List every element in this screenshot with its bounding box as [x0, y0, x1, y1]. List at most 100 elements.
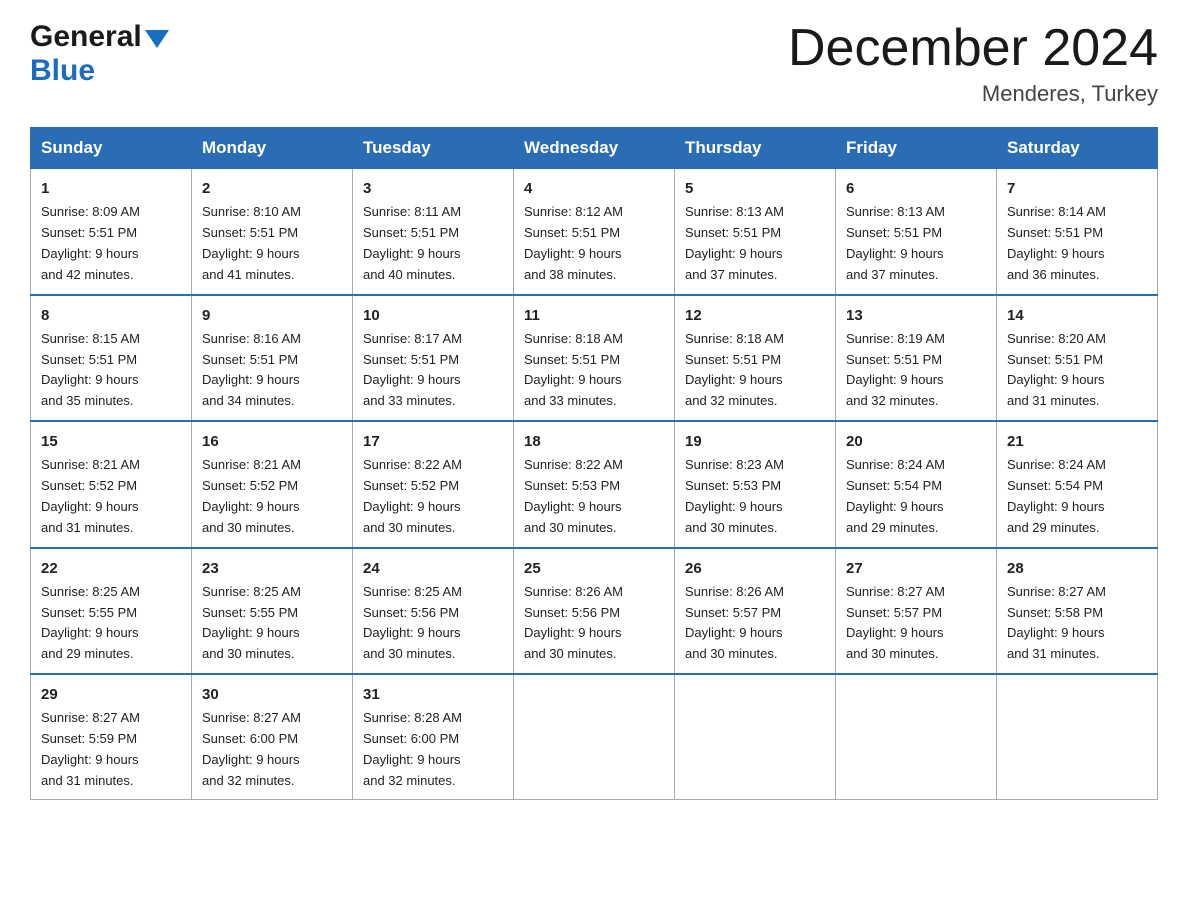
day-number: 1 [41, 177, 181, 200]
day-info: Sunrise: 8:27 AMSunset: 6:00 PMDaylight:… [202, 708, 342, 791]
day-info: Sunrise: 8:25 AMSunset: 5:56 PMDaylight:… [363, 582, 503, 665]
day-info: Sunrise: 8:26 AMSunset: 5:57 PMDaylight:… [685, 582, 825, 665]
day-number: 25 [524, 557, 664, 580]
day-number: 30 [202, 683, 342, 706]
week-row-3: 15Sunrise: 8:21 AMSunset: 5:52 PMDayligh… [31, 421, 1158, 547]
day-info: Sunrise: 8:17 AMSunset: 5:51 PMDaylight:… [363, 329, 503, 412]
logo-blue-text: Blue [30, 54, 95, 87]
calendar-cell: 20Sunrise: 8:24 AMSunset: 5:54 PMDayligh… [836, 421, 997, 547]
calendar-cell: 8Sunrise: 8:15 AMSunset: 5:51 PMDaylight… [31, 295, 192, 421]
calendar-cell [997, 674, 1158, 800]
calendar-cell: 25Sunrise: 8:26 AMSunset: 5:56 PMDayligh… [514, 548, 675, 674]
day-number: 22 [41, 557, 181, 580]
day-info: Sunrise: 8:22 AMSunset: 5:53 PMDaylight:… [524, 455, 664, 538]
day-info: Sunrise: 8:10 AMSunset: 5:51 PMDaylight:… [202, 202, 342, 285]
day-info: Sunrise: 8:24 AMSunset: 5:54 PMDaylight:… [846, 455, 986, 538]
calendar-cell: 17Sunrise: 8:22 AMSunset: 5:52 PMDayligh… [353, 421, 514, 547]
day-number: 8 [41, 304, 181, 327]
header-wednesday: Wednesday [514, 128, 675, 169]
calendar-cell: 3Sunrise: 8:11 AMSunset: 5:51 PMDaylight… [353, 169, 514, 295]
day-number: 10 [363, 304, 503, 327]
day-info: Sunrise: 8:21 AMSunset: 5:52 PMDaylight:… [202, 455, 342, 538]
day-info: Sunrise: 8:20 AMSunset: 5:51 PMDaylight:… [1007, 329, 1147, 412]
day-number: 26 [685, 557, 825, 580]
calendar-cell: 1Sunrise: 8:09 AMSunset: 5:51 PMDaylight… [31, 169, 192, 295]
day-info: Sunrise: 8:27 AMSunset: 5:58 PMDaylight:… [1007, 582, 1147, 665]
header: General Blue December 2024 Menderes, Tur… [30, 20, 1158, 107]
day-number: 23 [202, 557, 342, 580]
day-number: 24 [363, 557, 503, 580]
day-info: Sunrise: 8:13 AMSunset: 5:51 PMDaylight:… [685, 202, 825, 285]
header-tuesday: Tuesday [353, 128, 514, 169]
calendar-cell [836, 674, 997, 800]
calendar-cell: 10Sunrise: 8:17 AMSunset: 5:51 PMDayligh… [353, 295, 514, 421]
calendar-cell: 23Sunrise: 8:25 AMSunset: 5:55 PMDayligh… [192, 548, 353, 674]
logo-general-text: General [30, 20, 142, 54]
header-friday: Friday [836, 128, 997, 169]
calendar-cell: 26Sunrise: 8:26 AMSunset: 5:57 PMDayligh… [675, 548, 836, 674]
day-number: 17 [363, 430, 503, 453]
day-number: 3 [363, 177, 503, 200]
day-number: 28 [1007, 557, 1147, 580]
day-info: Sunrise: 8:21 AMSunset: 5:52 PMDaylight:… [41, 455, 181, 538]
day-number: 21 [1007, 430, 1147, 453]
day-number: 4 [524, 177, 664, 200]
day-info: Sunrise: 8:22 AMSunset: 5:52 PMDaylight:… [363, 455, 503, 538]
day-info: Sunrise: 8:23 AMSunset: 5:53 PMDaylight:… [685, 455, 825, 538]
day-info: Sunrise: 8:13 AMSunset: 5:51 PMDaylight:… [846, 202, 986, 285]
day-number: 5 [685, 177, 825, 200]
calendar-cell: 24Sunrise: 8:25 AMSunset: 5:56 PMDayligh… [353, 548, 514, 674]
calendar-cell: 19Sunrise: 8:23 AMSunset: 5:53 PMDayligh… [675, 421, 836, 547]
day-number: 11 [524, 304, 664, 327]
week-row-2: 8Sunrise: 8:15 AMSunset: 5:51 PMDaylight… [31, 295, 1158, 421]
title-area: December 2024 Menderes, Turkey [788, 20, 1158, 107]
day-number: 15 [41, 430, 181, 453]
header-monday: Monday [192, 128, 353, 169]
calendar-cell: 11Sunrise: 8:18 AMSunset: 5:51 PMDayligh… [514, 295, 675, 421]
header-row: SundayMondayTuesdayWednesdayThursdayFrid… [31, 128, 1158, 169]
calendar-cell: 31Sunrise: 8:28 AMSunset: 6:00 PMDayligh… [353, 674, 514, 800]
day-info: Sunrise: 8:11 AMSunset: 5:51 PMDaylight:… [363, 202, 503, 285]
calendar-cell: 30Sunrise: 8:27 AMSunset: 6:00 PMDayligh… [192, 674, 353, 800]
day-info: Sunrise: 8:28 AMSunset: 6:00 PMDaylight:… [363, 708, 503, 791]
calendar-cell: 6Sunrise: 8:13 AMSunset: 5:51 PMDaylight… [836, 169, 997, 295]
day-number: 2 [202, 177, 342, 200]
header-saturday: Saturday [997, 128, 1158, 169]
day-info: Sunrise: 8:24 AMSunset: 5:54 PMDaylight:… [1007, 455, 1147, 538]
calendar-cell: 18Sunrise: 8:22 AMSunset: 5:53 PMDayligh… [514, 421, 675, 547]
day-info: Sunrise: 8:14 AMSunset: 5:51 PMDaylight:… [1007, 202, 1147, 285]
header-sunday: Sunday [31, 128, 192, 169]
day-info: Sunrise: 8:16 AMSunset: 5:51 PMDaylight:… [202, 329, 342, 412]
day-info: Sunrise: 8:27 AMSunset: 5:57 PMDaylight:… [846, 582, 986, 665]
calendar-cell: 15Sunrise: 8:21 AMSunset: 5:52 PMDayligh… [31, 421, 192, 547]
logo: General Blue [30, 20, 169, 88]
calendar-cell: 29Sunrise: 8:27 AMSunset: 5:59 PMDayligh… [31, 674, 192, 800]
day-number: 12 [685, 304, 825, 327]
day-number: 14 [1007, 304, 1147, 327]
header-thursday: Thursday [675, 128, 836, 169]
week-row-4: 22Sunrise: 8:25 AMSunset: 5:55 PMDayligh… [31, 548, 1158, 674]
month-year-title: December 2024 [788, 20, 1158, 77]
calendar-cell: 12Sunrise: 8:18 AMSunset: 5:51 PMDayligh… [675, 295, 836, 421]
day-number: 29 [41, 683, 181, 706]
calendar-cell: 14Sunrise: 8:20 AMSunset: 5:51 PMDayligh… [997, 295, 1158, 421]
calendar-cell: 22Sunrise: 8:25 AMSunset: 5:55 PMDayligh… [31, 548, 192, 674]
day-info: Sunrise: 8:12 AMSunset: 5:51 PMDaylight:… [524, 202, 664, 285]
day-number: 13 [846, 304, 986, 327]
location-subtitle: Menderes, Turkey [788, 81, 1158, 107]
day-number: 31 [363, 683, 503, 706]
logo-arrow-icon [145, 30, 169, 48]
day-info: Sunrise: 8:09 AMSunset: 5:51 PMDaylight:… [41, 202, 181, 285]
calendar-cell: 28Sunrise: 8:27 AMSunset: 5:58 PMDayligh… [997, 548, 1158, 674]
day-number: 16 [202, 430, 342, 453]
day-number: 9 [202, 304, 342, 327]
calendar-cell: 9Sunrise: 8:16 AMSunset: 5:51 PMDaylight… [192, 295, 353, 421]
calendar-cell: 4Sunrise: 8:12 AMSunset: 5:51 PMDaylight… [514, 169, 675, 295]
day-info: Sunrise: 8:18 AMSunset: 5:51 PMDaylight:… [685, 329, 825, 412]
calendar-cell: 16Sunrise: 8:21 AMSunset: 5:52 PMDayligh… [192, 421, 353, 547]
week-row-1: 1Sunrise: 8:09 AMSunset: 5:51 PMDaylight… [31, 169, 1158, 295]
calendar-cell: 13Sunrise: 8:19 AMSunset: 5:51 PMDayligh… [836, 295, 997, 421]
day-info: Sunrise: 8:15 AMSunset: 5:51 PMDaylight:… [41, 329, 181, 412]
day-number: 27 [846, 557, 986, 580]
day-number: 6 [846, 177, 986, 200]
